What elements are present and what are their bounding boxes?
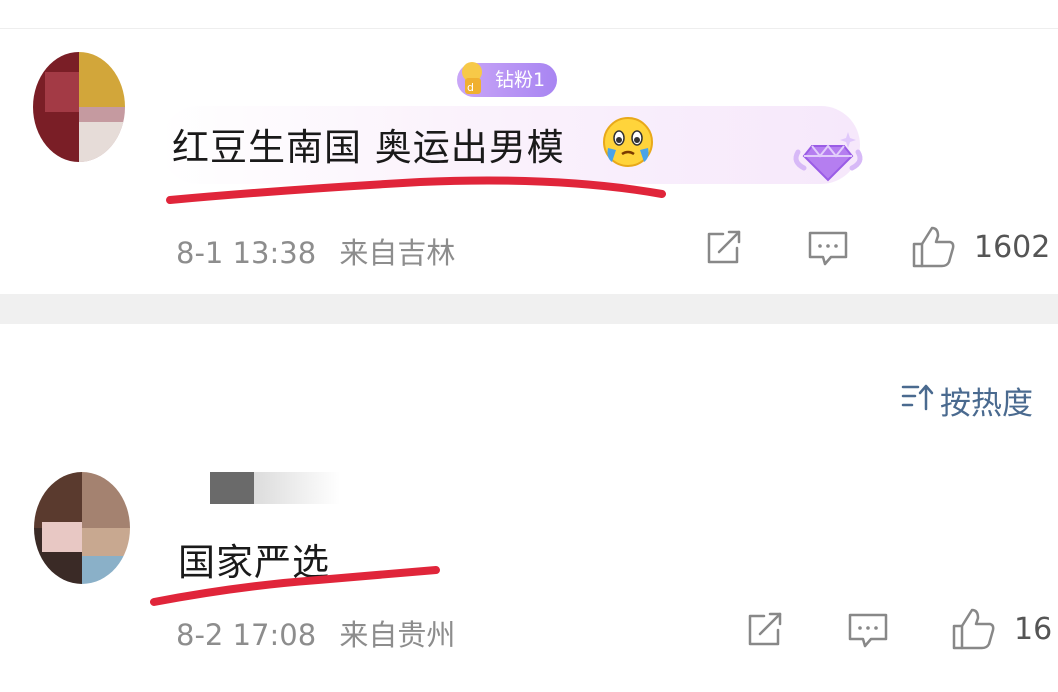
sort-icon bbox=[901, 384, 934, 411]
thumbs-up-icon bbox=[912, 226, 955, 268]
comment-icon[interactable] bbox=[806, 228, 850, 270]
section-divider bbox=[0, 294, 1058, 324]
thumbs-up-icon bbox=[952, 608, 995, 650]
comment-icon[interactable] bbox=[846, 610, 890, 652]
comment-meta: 8-1 13:38 来自吉林 bbox=[176, 230, 455, 272]
purple-diamond-icon bbox=[793, 132, 863, 182]
teary-face-emoji-icon bbox=[603, 117, 653, 167]
comment-location: 来自吉林 bbox=[339, 236, 456, 270]
username-redacted[interactable] bbox=[210, 472, 340, 504]
comment-date: 8-2 17:08 bbox=[176, 618, 317, 652]
avatar[interactable] bbox=[33, 52, 125, 162]
red-underline-annotation bbox=[150, 566, 440, 606]
comment-date: 8-1 13:38 bbox=[176, 236, 317, 270]
comment-meta: 8-2 17:08 来自贵州 bbox=[176, 612, 455, 654]
comment-text: 红豆生南国 奥运出男模 bbox=[172, 126, 565, 169]
svg-text:d: d bbox=[467, 81, 474, 94]
sort-label: 按热度 bbox=[940, 386, 1033, 422]
diamond-fan-badge-icon: d bbox=[462, 62, 482, 94]
like-count: 16 bbox=[1014, 612, 1053, 647]
avatar[interactable] bbox=[34, 472, 130, 584]
like-count: 1602 bbox=[974, 230, 1051, 265]
share-icon[interactable] bbox=[744, 610, 786, 650]
red-underline-annotation bbox=[166, 176, 666, 204]
share-icon[interactable] bbox=[703, 228, 745, 268]
top-divider bbox=[0, 28, 1058, 29]
comment-location: 来自贵州 bbox=[339, 618, 456, 652]
